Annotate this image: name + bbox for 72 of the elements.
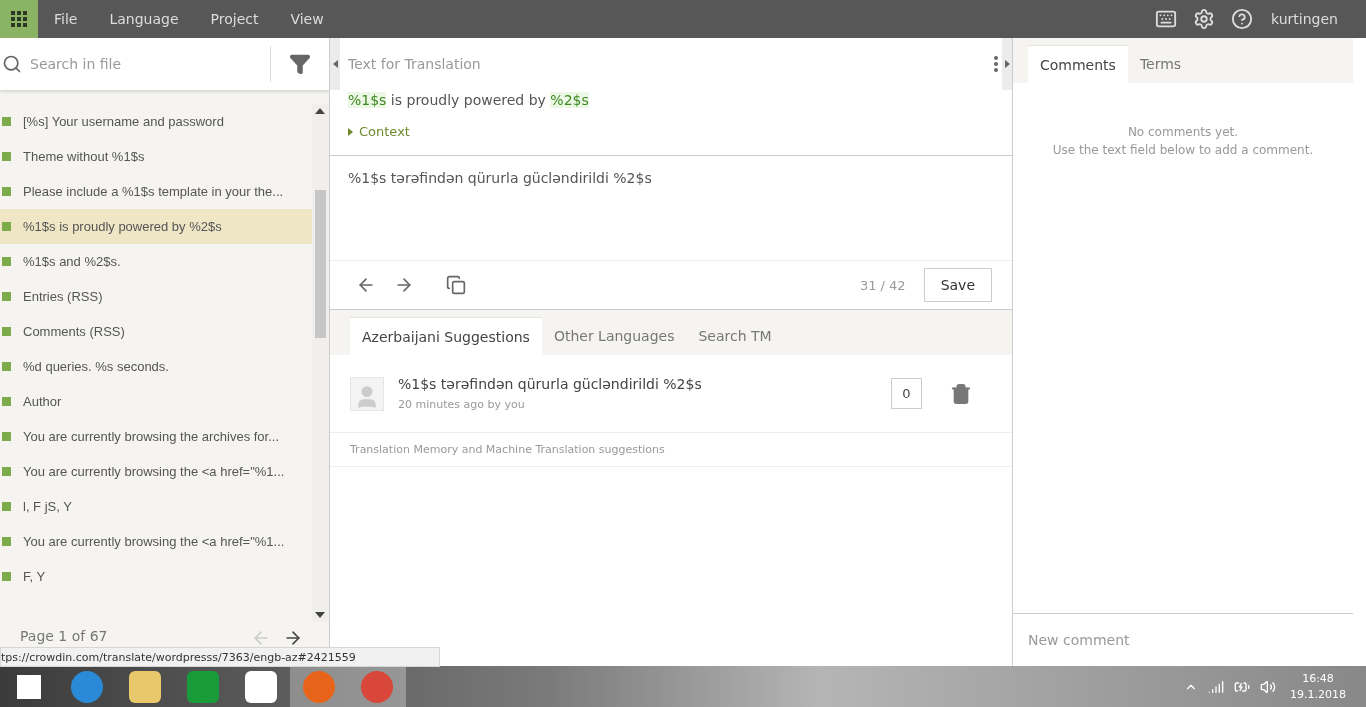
string-text: You are currently browsing the <a href="%1...: [23, 464, 285, 479]
menu-item[interactable]: File: [38, 0, 94, 38]
string-list-item[interactable]: l, F jS, Y: [0, 489, 312, 524]
string-list-item[interactable]: Theme without %1$s: [0, 139, 312, 174]
string-text: Please include a %1$s template in your the...: [23, 184, 284, 199]
collapse-right-handle[interactable]: [1002, 38, 1012, 90]
save-button[interactable]: Save: [923, 268, 992, 302]
suggestion-text[interactable]: %1$s tərəfindən qürurla gücləndirildi %2$s: [398, 376, 877, 392]
empty-message: No comments yet.: [1127, 124, 1239, 141]
scroll-up-icon: [315, 108, 325, 114]
more-options-button[interactable]: [992, 54, 1000, 74]
string-list-item[interactable]: %d queries. %s seconds.: [0, 349, 312, 384]
help-icon[interactable]: [1231, 8, 1254, 30]
scrollbar-thumb[interactable]: [315, 190, 326, 338]
string-text: You are currently browsing the <a href="%1...: [23, 534, 285, 549]
string-text: You are currently browsing the archives for...: [23, 429, 280, 444]
more-options-icon: [994, 56, 998, 72]
string-list-item[interactable]: You are currently browsing the <a href="%1...: [0, 454, 312, 489]
suggestion-tab[interactable]: Search TM: [686, 317, 784, 355]
string-text: %d queries. %s seconds.: [23, 359, 169, 374]
copy-icon: [446, 275, 466, 295]
status-url: tps://crowdin.com/translate/wordpresss/7363/engb-az#2421559: [0, 647, 440, 667]
string-text: Entries (RSS): [23, 289, 103, 304]
string-list-item[interactable]: Please include a %1$s template in your the...: [0, 174, 312, 209]
volume-icon[interactable]: [1260, 678, 1276, 695]
scrollbar[interactable]: [312, 104, 329, 622]
string-list-item[interactable]: [%s] Your username and password: [0, 104, 312, 139]
panel-title: Text for Translation: [348, 56, 482, 72]
apps-grid-button[interactable]: [0, 0, 38, 38]
string-list-item[interactable]: Entries (RSS): [0, 279, 312, 314]
collapse-left-handle[interactable]: [330, 38, 340, 90]
keyboard-icon[interactable]: [1155, 8, 1178, 30]
string-text: %1$s and %2$s.: [23, 254, 121, 269]
comments-tab[interactable]: Comments: [1028, 45, 1128, 83]
string-text: F, Y: [23, 569, 46, 584]
translation-field[interactable]: %1$s tərəfindən qürurla gücləndirildi %2$s: [330, 155, 1012, 260]
suggestion-tab[interactable]: Azerbaijani Suggestions: [350, 317, 542, 355]
avatar-icon: [350, 376, 384, 411]
string-list-item[interactable]: You are currently browsing the archives for...: [0, 419, 312, 454]
string-text: Comments (RSS): [23, 324, 125, 339]
settings-icon[interactable]: [1193, 8, 1216, 30]
menu-item[interactable]: Project: [194, 0, 275, 38]
string-text: Theme without %1$s: [23, 149, 145, 164]
delete-button[interactable]: [950, 382, 972, 405]
empty-message: Use the text field below to add a comment.: [1052, 142, 1314, 159]
suggestion-tab[interactable]: Other Languages: [541, 317, 687, 355]
copy-source-button[interactable]: [444, 273, 468, 297]
vote-count: 0: [891, 378, 922, 409]
page-indicator: Page 1 of 67: [20, 628, 109, 644]
signal-icon[interactable]: [1208, 678, 1224, 695]
search-icon: [2, 54, 22, 74]
scroll-down-icon: [315, 612, 325, 618]
string-text: l, F jS, Y: [23, 499, 72, 514]
string-list-item[interactable]: %1$s and %2$s.: [0, 244, 312, 279]
menu-item[interactable]: Language: [93, 0, 195, 38]
context-toggle[interactable]: Context: [330, 110, 428, 155]
string-list-item[interactable]: %1$s is proudly powered by %2$s: [0, 209, 312, 244]
string-list-item[interactable]: Author: [0, 384, 312, 419]
suggestion-meta: 20 minutes ago by you: [398, 398, 526, 411]
comments-tab[interactable]: Terms: [1127, 45, 1194, 83]
filter-icon: [289, 53, 311, 75]
string-list-item[interactable]: You are currently browsing the <a href="%1...: [0, 524, 312, 559]
user-name[interactable]: kurtingen: [1271, 11, 1338, 27]
string-text: %1$s is proudly powered by %2$s: [23, 219, 222, 234]
string-text: Author: [23, 394, 62, 409]
menu-item[interactable]: View: [274, 0, 340, 38]
string-counter: 31 / 42: [859, 277, 906, 293]
string-text: [%s] Your username and password: [23, 114, 224, 129]
string-list-item[interactable]: F, Y: [0, 559, 312, 594]
string-list-item[interactable]: Comments (RSS): [0, 314, 312, 349]
source-text: %1$s is proudly powered by %2$s: [347, 91, 590, 110]
tm-label: Translation Memory and Machine Translation suggestions: [330, 433, 1012, 467]
